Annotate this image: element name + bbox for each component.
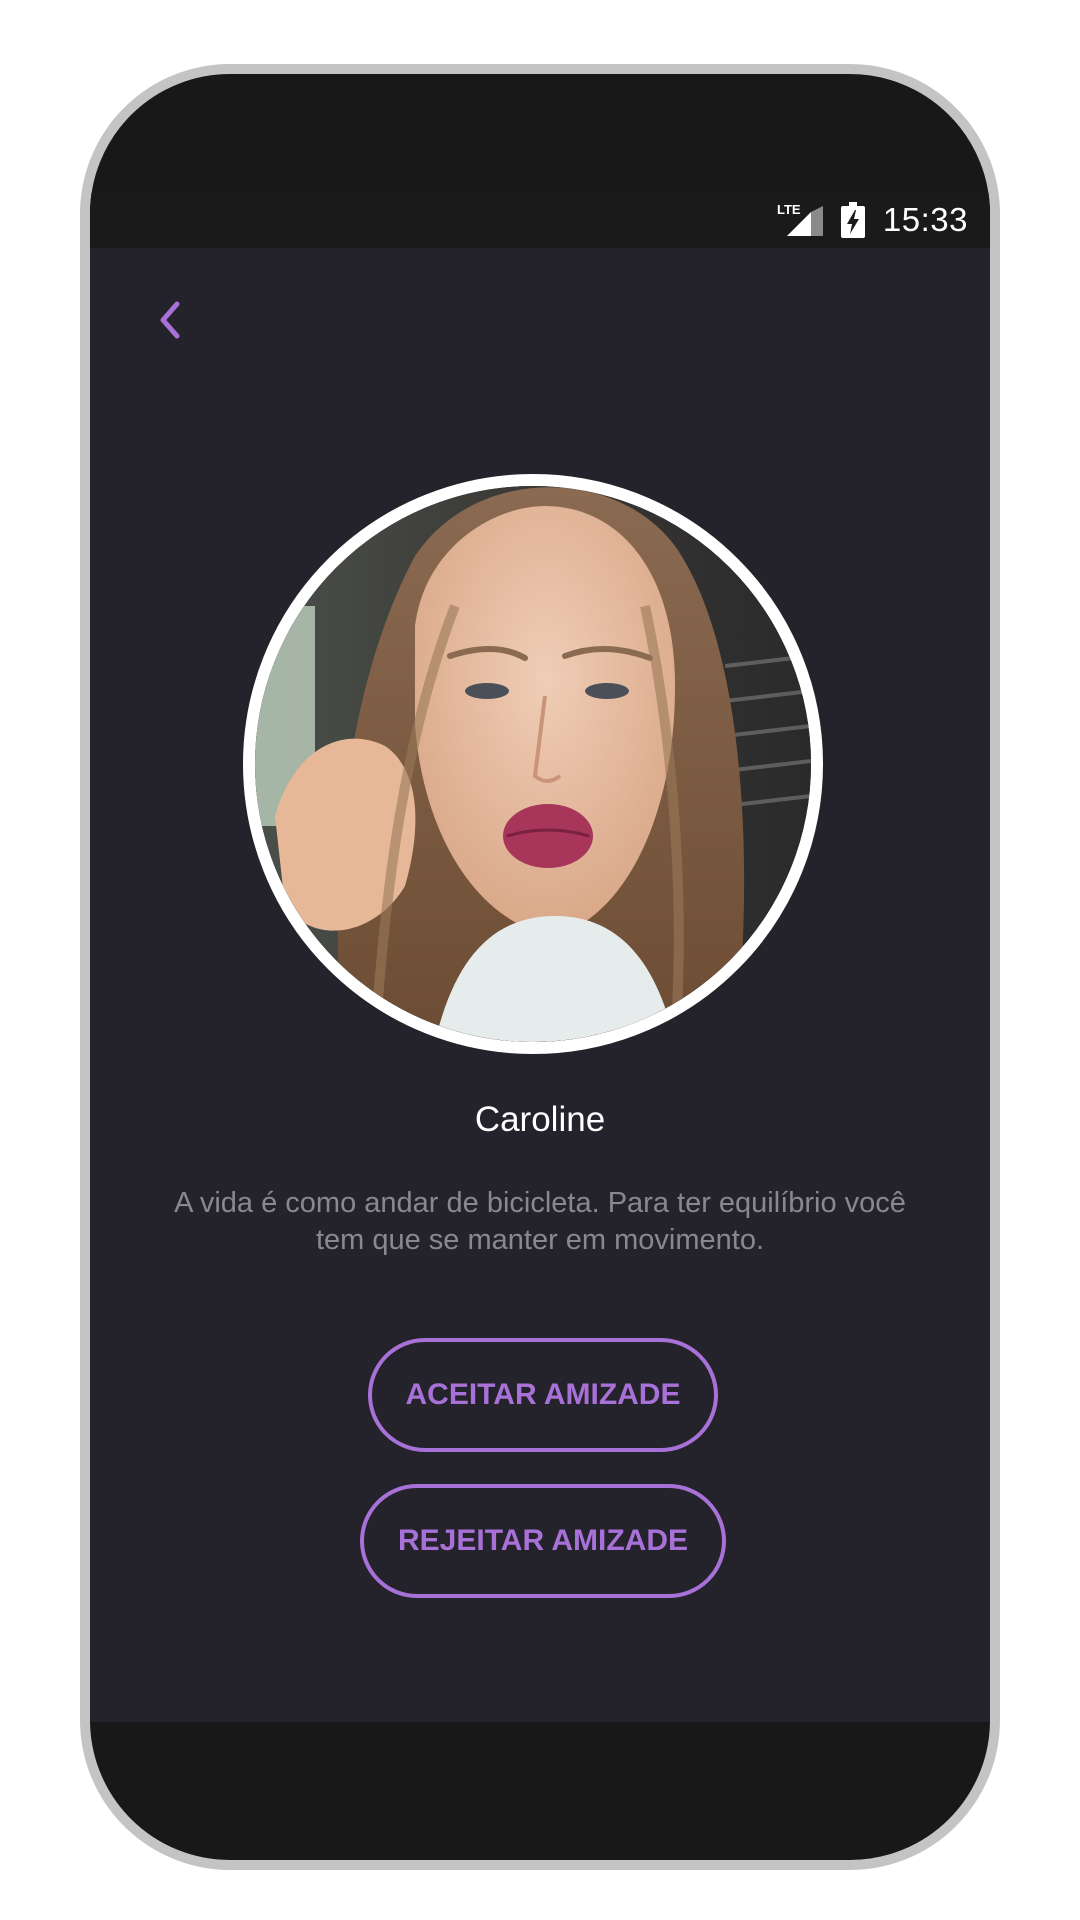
profile-name: Caroline (474, 1100, 606, 1139)
phone-frame: LTE 15:33 Caroline A vida é como andar d… (80, 64, 1000, 1870)
accept-friendship-button[interactable]: ACEITAR AMIZADE (368, 1338, 718, 1452)
chevron-left-icon (160, 301, 180, 339)
status-bar: LTE 15:33 (90, 192, 990, 248)
app-screen: LTE 15:33 Caroline A vida é como andar d… (90, 192, 990, 1722)
status-clock: 15:33 (882, 201, 968, 238)
reject-friendship-button[interactable]: REJEITAR AMIZADE (360, 1484, 726, 1598)
lte-label: LTE (777, 202, 801, 217)
profile-bio: A vida é como andar de bicicleta. Para t… (174, 1187, 906, 1256)
status-icons: LTE 15:33 (777, 192, 968, 248)
avatar-photo (255, 486, 811, 1042)
battery-charging-icon (840, 202, 865, 238)
lte-signal-icon: LTE (777, 202, 823, 236)
back-button[interactable] (140, 290, 200, 350)
profile-avatar (243, 474, 823, 1054)
